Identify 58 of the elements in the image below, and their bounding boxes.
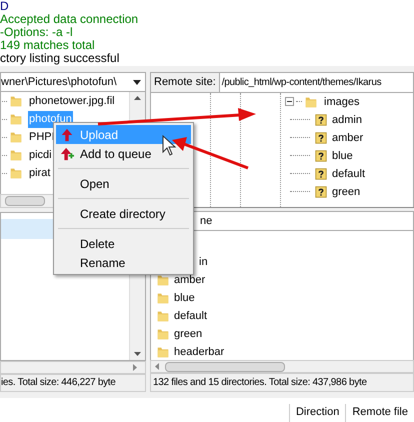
menu-item[interactable]: Delete [56,234,191,253]
tree-item[interactable]: images [320,94,360,110]
log-line: D [0,0,10,13]
scroll-left-icon[interactable] [155,363,159,370]
file-name[interactable]: headerbar [174,344,224,360]
column-header[interactable]: Remote file [345,404,414,422]
folder-icon [156,326,170,341]
tree-item[interactable]: pirat [28,165,52,182]
folder-icon [9,166,23,180]
upload-arrow-icon [60,128,74,142]
menu-item[interactable]: Add to queue [56,144,191,163]
tree-item[interactable]: admin [332,112,362,128]
scroll-right-icon[interactable] [133,364,137,371]
unknown-folder-icon [314,184,328,199]
dropdown-arrow-icon [133,80,141,85]
column-header[interactable]: ne [200,212,212,230]
folder-icon [9,130,23,144]
scroll-down-icon[interactable] [134,352,141,356]
tree-item[interactable]: picdi [28,147,53,164]
file-name[interactable]: amber [174,272,206,288]
unknown-folder-icon [314,166,328,181]
menu-item[interactable]: Rename [56,253,191,272]
horizontal-scrollbar[interactable] [0,360,146,374]
unknown-folder-icon [314,130,328,145]
folder-icon [156,290,170,305]
tree-item[interactable]: phonetower.jpg.fil [28,93,116,110]
status-text: 132 files and 15 directories. Total size: 437,986 byte [153,376,367,390]
unknown-folder-icon [314,112,328,127]
tree-item[interactable]: blue [332,148,353,164]
tree-item[interactable]: amber [332,130,364,146]
folder-icon [9,148,23,162]
log-line: -Options: -a -l [0,26,74,39]
column-header[interactable]: Direction [288,404,346,422]
collapse-icon[interactable] [285,97,294,106]
status-text: ies. Total size: 446,227 byte [1,376,116,390]
file-name[interactable]: blue [174,290,195,306]
scroll-up-icon[interactable] [134,96,141,100]
log-line: 149 matches total [0,39,96,52]
folder-icon [9,112,23,126]
horizontal-scrollbar[interactable] [150,360,414,374]
folder-icon [156,344,170,359]
log-line: Accepted data connection [0,13,140,26]
file-name[interactable]: green [174,326,202,342]
mouse-cursor-icon [162,134,176,156]
menu-item[interactable]: Open [56,174,191,193]
local-path-dropdown[interactable]: wner\Pictures\photofun\ [0,72,146,92]
tree-item[interactable]: default [332,166,366,182]
scroll-thumb[interactable] [165,362,285,372]
folder-icon [156,272,170,287]
tree-item[interactable]: green [332,184,360,200]
file-name[interactable]: default [174,308,208,324]
folder-icon [156,308,170,323]
unknown-folder-icon [314,148,328,163]
folder-icon [9,94,23,108]
queue-add-icon [60,146,74,160]
log-line: ctory listing successful [0,52,120,65]
menu-item[interactable]: Create directory [56,204,191,223]
folder-icon [304,94,318,109]
